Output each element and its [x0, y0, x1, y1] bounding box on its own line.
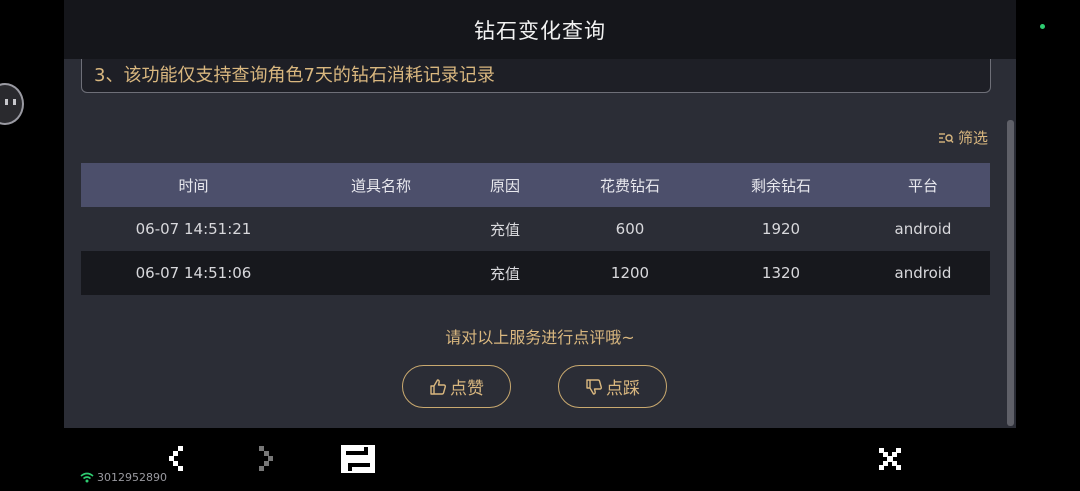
status-indicator-dot — [1040, 24, 1045, 29]
thumbs-down-icon — [586, 378, 602, 395]
column-header-time: 时间 — [178, 176, 209, 195]
swap-icon[interactable] — [340, 444, 376, 478]
title-bar: 钻石变化查询 — [64, 0, 1016, 59]
cell-diamonds-spent: 600 — [615, 220, 645, 238]
column-header-platform: 平台 — [907, 176, 938, 195]
diamond-record-table: 时间 道具名称 原因 花费钻石 剩余钻石 平台 06-07 14:51:21 充… — [81, 163, 990, 295]
column-header-item-name: 道具名称 — [350, 176, 411, 195]
scrollbar[interactable] — [1007, 120, 1014, 426]
back-icon[interactable] — [166, 444, 188, 478]
cell-diamonds-remaining: 1920 — [761, 220, 801, 238]
query-panel: 钻石变化查询 3、该功能仅支持查询角色7天的钻石消耗记录记录 筛选 时间 道具名… — [64, 0, 1016, 428]
feedback-prompt: 请对以上服务进行点评哦~ — [445, 328, 635, 347]
status-bar: 3012952890 — [80, 471, 167, 484]
like-button[interactable]: 点赞 — [402, 365, 511, 408]
cell-time: 06-07 14:51:06 — [135, 264, 252, 282]
cell-reason: 充值 — [489, 220, 520, 239]
forward-icon[interactable] — [256, 444, 278, 478]
cell-platform: android — [894, 264, 952, 282]
floating-assistant-icon[interactable] — [0, 83, 24, 125]
filter-search-icon — [939, 132, 954, 143]
device-id-text: 3012952890 — [97, 471, 167, 484]
table-row: 06-07 14:51:21 充值 600 1920 android — [81, 207, 990, 251]
table-header-row: 时间 道具名称 原因 花费钻石 剩余钻石 平台 — [81, 163, 990, 207]
thumbs-up-icon — [430, 378, 446, 395]
wifi-icon — [80, 472, 94, 483]
close-icon[interactable] — [878, 447, 902, 475]
column-header-diamonds-remaining: 剩余钻石 — [750, 176, 811, 195]
notice-box: 3、该功能仅支持查询角色7天的钻石消耗记录记录 — [81, 59, 991, 93]
notice-text: 3、该功能仅支持查询角色7天的钻石消耗记录记录 — [94, 65, 495, 86]
column-header-diamonds-spent: 花费钻石 — [599, 176, 660, 195]
dislike-label: 点踩 — [606, 379, 640, 399]
dislike-button[interactable]: 点踩 — [558, 365, 667, 408]
filter-button[interactable]: 筛选 — [938, 127, 988, 148]
filter-label: 筛选 — [958, 129, 989, 147]
cell-reason: 充值 — [489, 264, 520, 283]
cell-diamonds-spent: 1200 — [610, 264, 650, 282]
page-title: 钻石变化查询 — [474, 18, 606, 43]
cell-time: 06-07 14:51:21 — [135, 220, 252, 238]
table-row: 06-07 14:51:06 充值 1200 1320 android — [81, 251, 990, 295]
like-label: 点赞 — [450, 379, 484, 399]
cell-platform: android — [894, 220, 952, 238]
cell-diamonds-remaining: 1320 — [761, 264, 801, 282]
column-header-reason: 原因 — [489, 176, 520, 195]
